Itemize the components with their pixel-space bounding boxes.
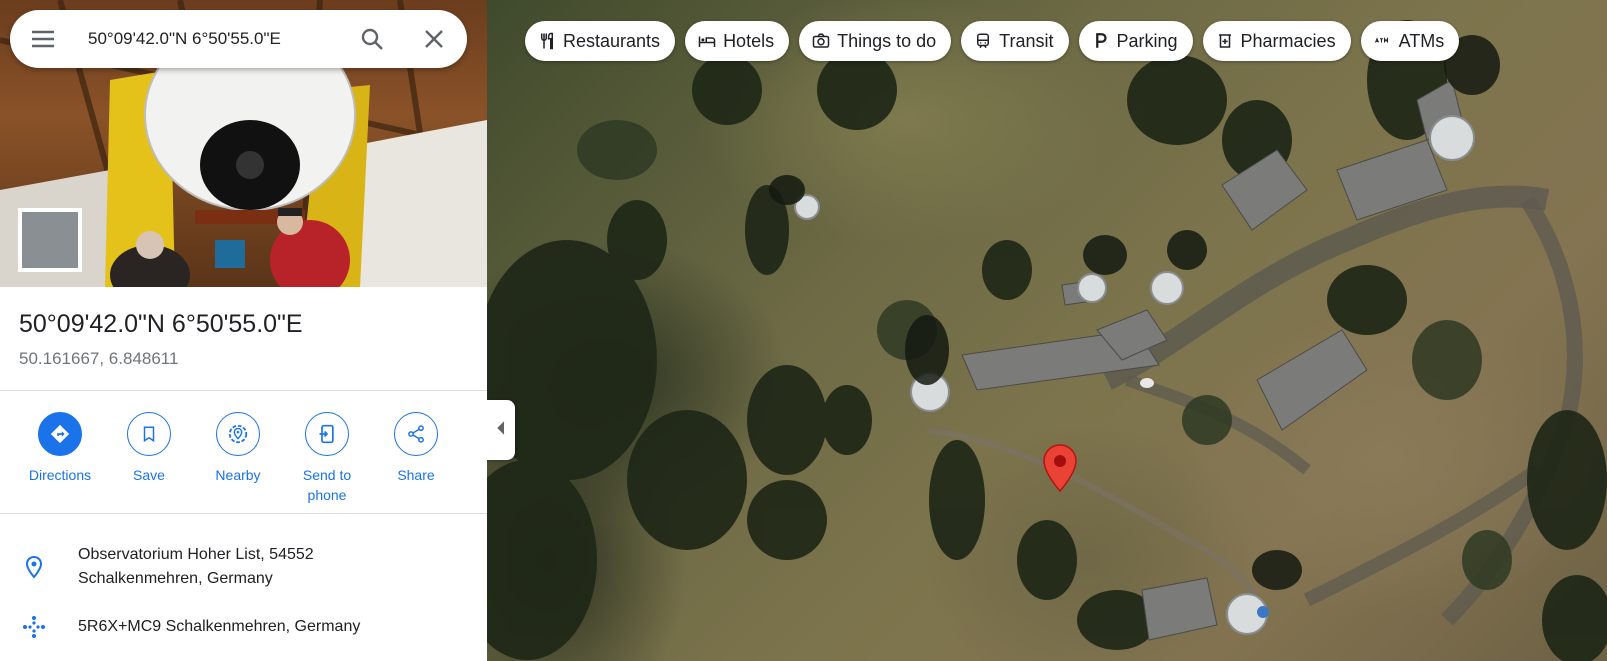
chip-transit[interactable]: Transit: [961, 21, 1069, 61]
chip-label: Restaurants: [563, 30, 661, 51]
action-label: Save: [133, 467, 165, 483]
place-title: 50°09'42.0"N 6°50'55.0"E: [19, 310, 303, 338]
close-icon[interactable]: [420, 25, 448, 53]
camera-icon: [811, 31, 831, 51]
plus-code-text: 5R6X+MC9 Schalkenmehren, Germany: [78, 618, 361, 635]
chip-atms[interactable]: ATMs: [1360, 21, 1460, 61]
share-icon: [394, 412, 438, 456]
chip-pharmacies[interactable]: Pharmacies: [1202, 21, 1351, 61]
save-button[interactable]: Save: [104, 412, 194, 485]
bookmark-icon: [127, 412, 171, 456]
chip-label: Parking: [1116, 30, 1178, 51]
action-label: Directions: [28, 467, 92, 483]
nearby-icon: [216, 412, 260, 456]
search-input[interactable]: [88, 26, 343, 52]
train-icon: [973, 31, 993, 51]
plus-code-icon: [22, 615, 46, 639]
hamburger-menu-icon[interactable]: [30, 27, 56, 51]
chip-label: Pharmacies: [1240, 30, 1336, 51]
side-panel: 50°09'42.0"N 6°50'55.0"E 50.161667, 6.84…: [0, 0, 487, 661]
location-pin-icon[interactable]: [1043, 444, 1077, 492]
action-label-line1: Send to: [302, 467, 352, 483]
send-to-phone-button[interactable]: Send to phone: [282, 412, 372, 505]
search-box: [10, 10, 467, 68]
action-label: Nearby: [215, 467, 261, 483]
satellite-imagery: [487, 20, 1607, 661]
share-button[interactable]: Share: [371, 412, 461, 485]
chip-restaurants[interactable]: Restaurants: [525, 21, 676, 61]
pharmacy-icon: [1215, 31, 1235, 51]
collapse-panel-button[interactable]: [487, 400, 515, 460]
send-to-phone-icon: [305, 412, 349, 456]
divider: [0, 513, 487, 514]
chip-label: Transit: [999, 30, 1054, 51]
atm-icon: [1373, 31, 1393, 51]
satellite-map[interactable]: [487, 0, 1607, 661]
nearby-button[interactable]: Nearby: [193, 412, 283, 485]
action-label-line2: phone: [307, 487, 347, 503]
chip-label: Things to do: [837, 30, 937, 51]
location-marker-icon: [22, 555, 46, 579]
parking-icon: [1091, 31, 1111, 51]
category-chips: Restaurants Hotels Things to do Transit …: [525, 21, 1460, 61]
address-text: Observatorium Hoher List, 54552 Schalken…: [78, 543, 458, 591]
decimal-coordinates: 50.161667, 6.848611: [19, 349, 179, 368]
chip-hotels[interactable]: Hotels: [685, 21, 790, 61]
chip-things-to-do[interactable]: Things to do: [799, 21, 952, 61]
directions-button[interactable]: Directions: [15, 412, 105, 485]
chip-label: Hotels: [723, 30, 775, 51]
action-label: Share: [397, 467, 435, 483]
address-line1: Observatorium Hoher List, 54552: [78, 546, 314, 563]
address-line2: Schalkenmehren, Germany: [78, 570, 273, 587]
chip-label: ATMs: [1398, 30, 1445, 51]
divider: [0, 390, 487, 391]
chip-parking[interactable]: Parking: [1078, 21, 1193, 61]
bed-icon: [697, 31, 717, 51]
fork-knife-icon: [537, 31, 557, 51]
directions-icon: [38, 412, 82, 456]
chevron-left-icon: [496, 421, 506, 440]
action-label: Send to phone: [282, 465, 372, 505]
search-icon[interactable]: [358, 25, 386, 53]
